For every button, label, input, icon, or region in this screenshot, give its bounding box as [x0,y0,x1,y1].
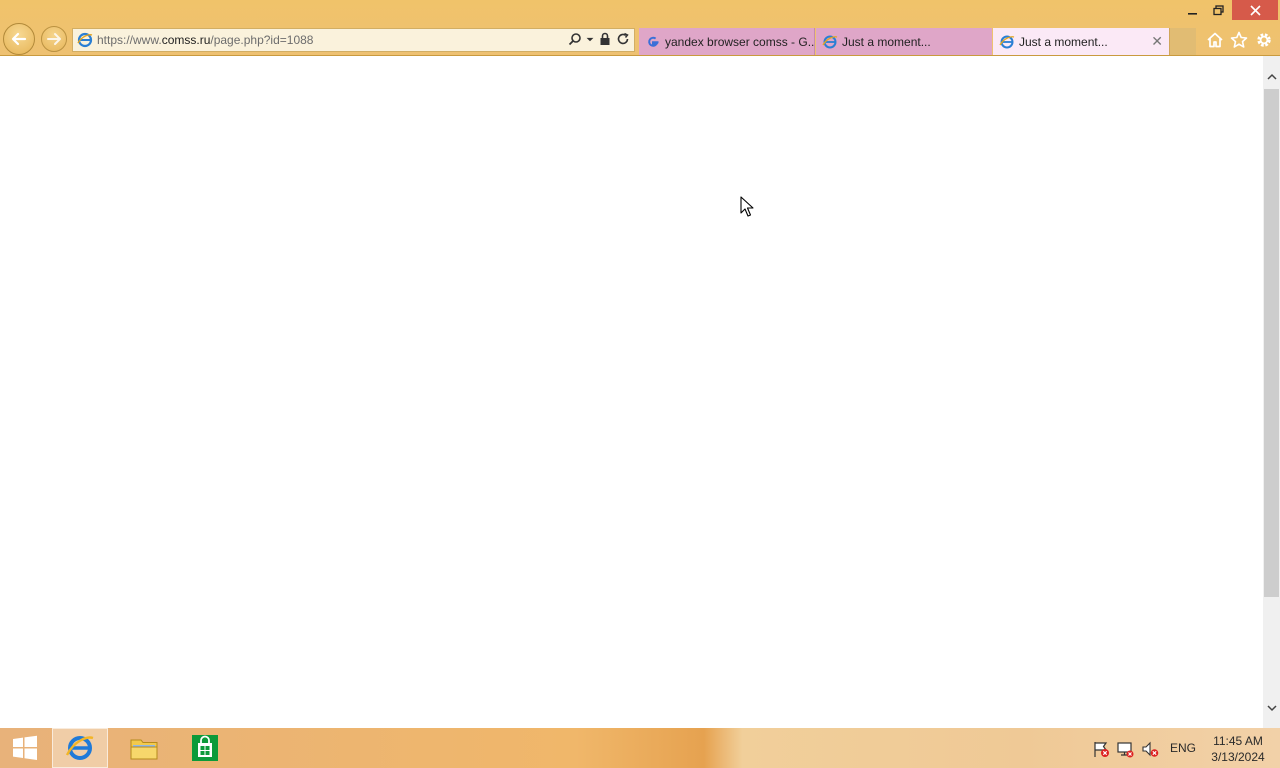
vertical-scrollbar[interactable] [1263,56,1280,728]
mouse-cursor-icon [740,196,754,217]
tab-yandex-search[interactable]: yandex browser comss - G... [639,28,815,55]
tab-close-icon[interactable]: ✕ [1151,33,1163,50]
address-url: https://www.comss.ru/page.php?id=1088 [97,33,313,47]
scroll-down-button[interactable] [1263,699,1280,716]
system-clock[interactable]: 11:45 AM 3/13/2024 [1204,733,1272,765]
input-language[interactable]: ENG [1170,741,1196,755]
volume-muted-icon[interactable] [1141,740,1159,758]
folder-icon [130,739,158,760]
address-tools [568,32,630,46]
tab-label: yandex browser comss - G... [665,34,814,49]
back-button[interactable] [3,23,35,55]
gear-icon [1257,33,1271,47]
lock-icon[interactable] [598,32,612,46]
arrow-right-icon [47,33,61,45]
forward-button[interactable] [41,26,67,52]
ie-icon [822,35,838,48]
google-icon [648,36,659,47]
minimize-button[interactable] [1180,0,1204,20]
taskbar-file-explorer[interactable] [116,728,172,768]
scroll-up-button[interactable] [1263,68,1280,85]
chevron-down-icon [1266,704,1277,711]
tab-just-a-moment[interactable]: Just a moment... [816,28,992,55]
minimize-icon [1187,12,1197,15]
star-icon [1230,31,1248,48]
tab-label: Just a moment... [842,34,931,49]
tools-button[interactable] [1253,29,1275,51]
network-icon[interactable] [1116,740,1134,758]
scroll-thumb[interactable] [1264,89,1279,597]
dropdown-arrow-icon[interactable] [586,32,594,46]
new-tab-button[interactable] [1169,28,1196,55]
tab-just-a-moment-active[interactable]: Just a moment... ✕ [993,28,1169,55]
start-button[interactable] [0,728,50,768]
clock-time: 11:45 AM [1213,734,1263,748]
windows-logo-icon [13,735,37,760]
clock-date: 3/13/2024 [1211,750,1265,764]
url-host: comss.ru [161,33,211,47]
action-center-icon[interactable] [1092,740,1110,758]
refresh-icon[interactable] [616,32,630,46]
home-button[interactable] [1204,29,1226,51]
search-icon[interactable] [568,32,582,46]
store-icon [192,735,218,761]
ie-icon [65,736,94,760]
page-content [0,56,1263,728]
arrow-left-icon [11,32,27,46]
home-icon [1207,32,1223,48]
restore-button[interactable] [1206,0,1230,20]
restore-icon [1212,4,1224,15]
address-bar[interactable]: https://www.comss.ru/page.php?id=1088 [72,28,635,52]
favorites-button[interactable] [1228,29,1250,51]
taskbar-store[interactable] [180,728,230,768]
close-icon [1249,4,1261,16]
tab-label: Just a moment... [1019,34,1108,49]
url-path: /page.php?id=1088 [210,33,314,47]
ie-icon [999,35,1015,48]
taskbar-internet-explorer[interactable] [52,728,108,768]
close-window-button[interactable] [1232,0,1278,20]
chevron-up-icon [1266,73,1277,80]
ie-icon [77,32,93,48]
url-scheme: https://www. [97,33,162,47]
